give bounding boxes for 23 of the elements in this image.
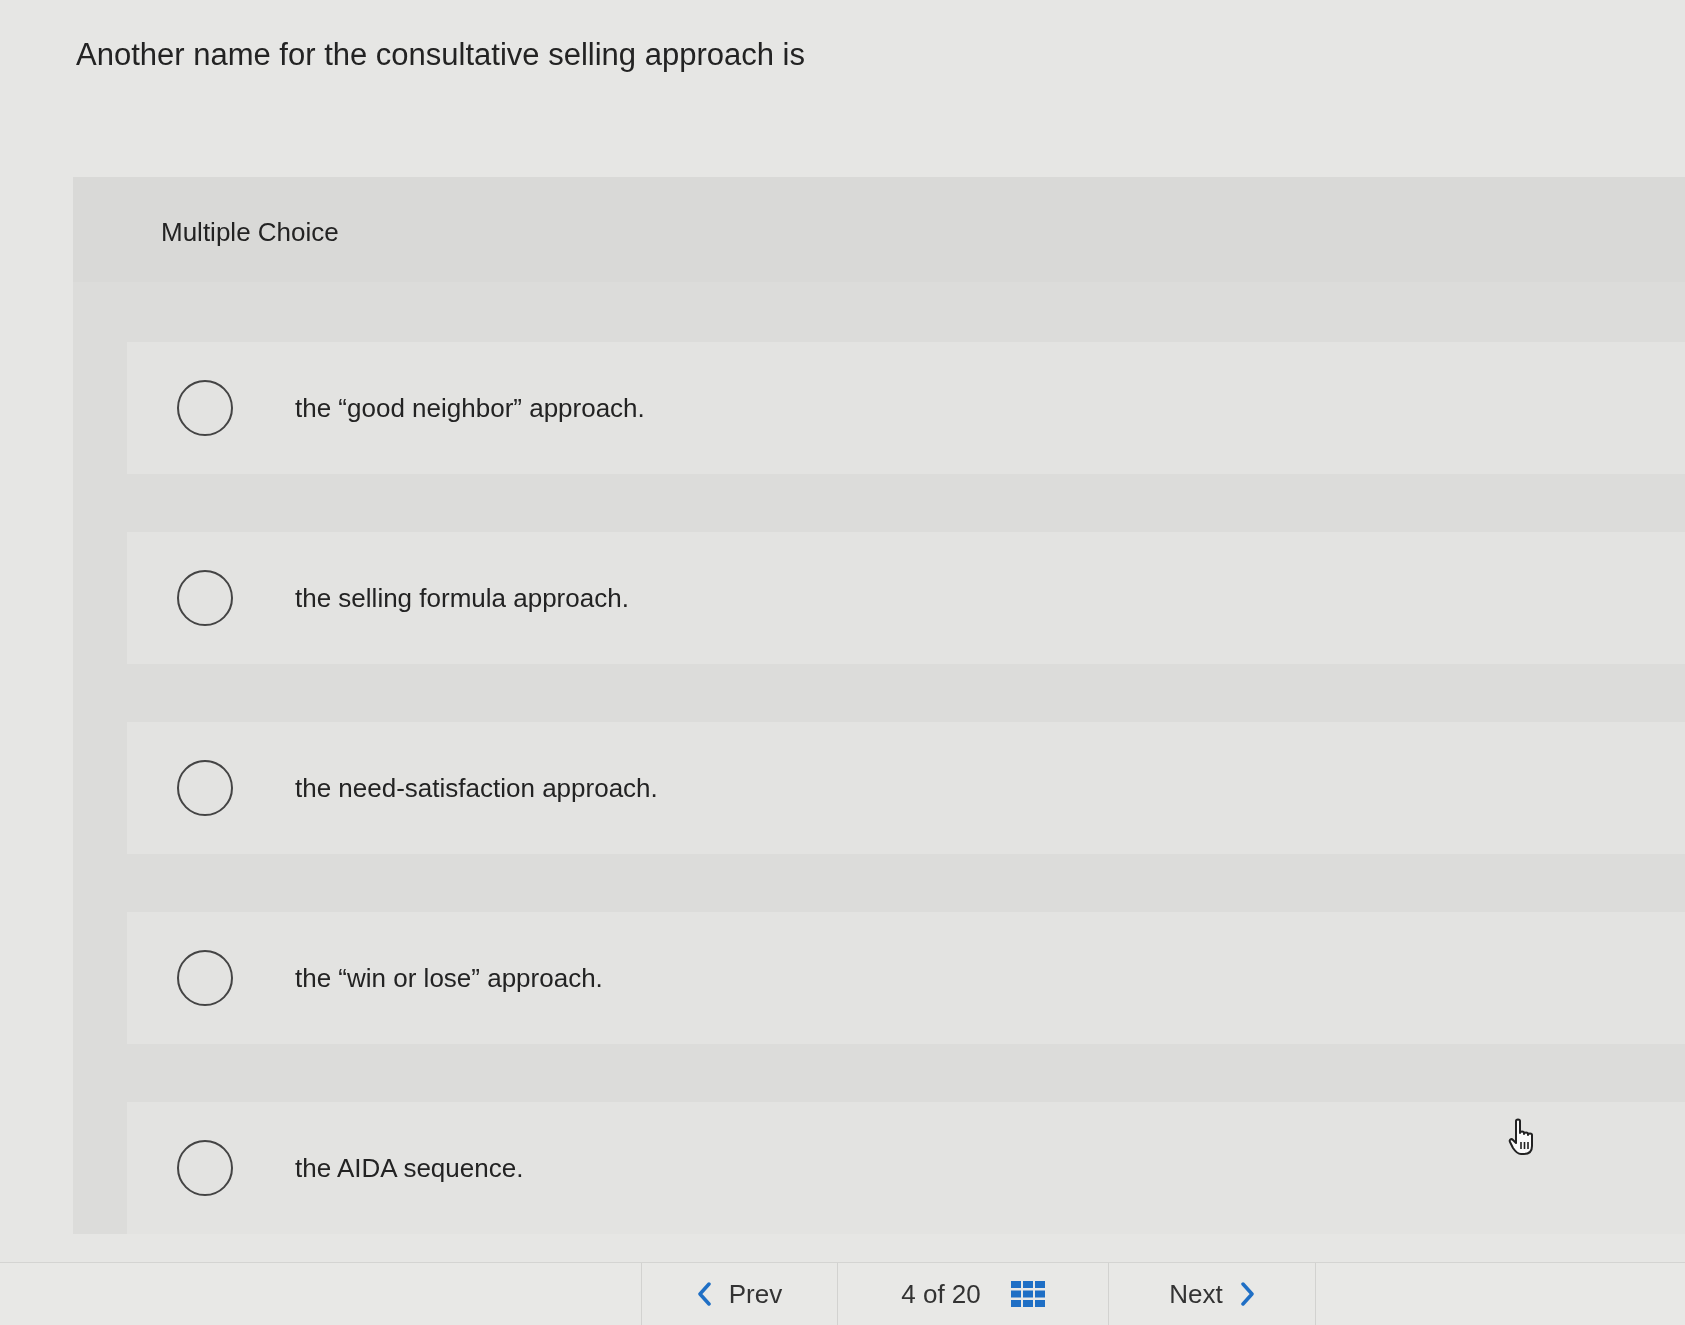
- chevron-right-icon: [1240, 1282, 1255, 1306]
- option-label: the “good neighbor” approach.: [295, 392, 645, 425]
- answer-option[interactable]: the need-satisfaction approach.: [127, 722, 1685, 854]
- radio-button[interactable]: [177, 1140, 233, 1196]
- question-position: 4 of 20: [901, 1278, 981, 1310]
- question-type-label: Multiple Choice: [161, 217, 339, 247]
- option-label: the AIDA sequence.: [295, 1152, 524, 1185]
- radio-button[interactable]: [177, 950, 233, 1006]
- grid-icon[interactable]: [1010, 1281, 1045, 1307]
- answer-option[interactable]: the selling formula approach.: [127, 532, 1685, 664]
- option-label: the selling formula approach.: [295, 582, 629, 615]
- answer-option[interactable]: the AIDA sequence.: [127, 1102, 1685, 1234]
- prev-button[interactable]: Prev: [690, 1274, 789, 1314]
- chevron-left-icon: [696, 1282, 711, 1306]
- radio-button[interactable]: [177, 570, 233, 626]
- answer-option[interactable]: the “good neighbor” approach.: [127, 342, 1685, 474]
- radio-button[interactable]: [177, 380, 233, 436]
- next-button[interactable]: Next: [1163, 1274, 1261, 1314]
- radio-button[interactable]: [177, 760, 233, 816]
- option-label: the need-satisfaction approach.: [295, 772, 658, 805]
- question-text: Another name for the consultative selling approach is: [76, 37, 805, 72]
- answer-option[interactable]: the “win or lose” approach.: [127, 912, 1685, 1044]
- option-label: the “win or lose” approach.: [295, 962, 603, 995]
